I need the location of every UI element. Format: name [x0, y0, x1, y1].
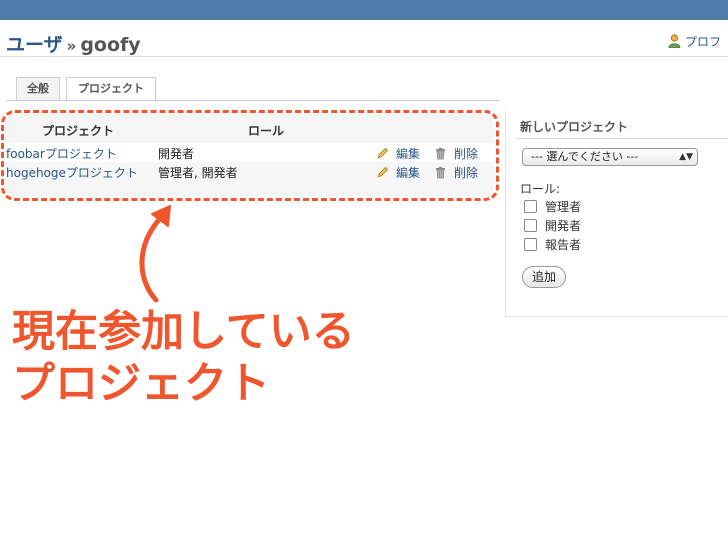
annotation-caption: 現在参加している プロジェクト — [12, 306, 355, 410]
role-option-reporter[interactable]: 報告者 — [524, 236, 581, 253]
top-bar — [0, 0, 728, 20]
role-checkbox[interactable] — [524, 219, 537, 232]
annotation-arrow-icon — [139, 205, 171, 303]
profile-link-label: プロフ — [685, 35, 722, 49]
tab-projects[interactable]: プロジェクト — [66, 77, 156, 101]
profile-link[interactable]: プロフ — [668, 33, 721, 50]
project-select[interactable]: --- 選んでください --- ▲▼ — [522, 148, 698, 166]
select-stepper-icon: ▲▼ — [679, 152, 693, 162]
annotation-line-1: 現在参加している — [12, 307, 355, 357]
new-project-title: 新しいプロジェクト — [520, 120, 629, 134]
tab-general[interactable]: 全般 — [16, 77, 60, 100]
role-checkbox[interactable] — [524, 238, 537, 251]
breadcrumb-current: goofy — [80, 34, 141, 56]
role-checkbox[interactable] — [524, 200, 537, 213]
tab-divider — [6, 100, 500, 101]
breadcrumb-separator: » — [66, 37, 77, 55]
title-divider — [0, 56, 728, 57]
user-icon — [668, 34, 681, 48]
annotation-line-2: プロジェクト — [12, 359, 270, 409]
add-button[interactable]: 追加 — [522, 266, 566, 288]
project-select-value: --- 選んでください --- — [531, 150, 639, 163]
role-label: 開発者 — [545, 219, 582, 233]
page-title: ユーザ» goofy — [6, 30, 141, 57]
role-option-manager[interactable]: 管理者 — [524, 198, 581, 215]
role-label: 管理者 — [545, 200, 582, 214]
role-option-developer[interactable]: 開発者 — [524, 217, 581, 234]
new-project-panel: 新しいプロジェクト --- 選んでください --- ▲▼ ロール: 管理者 開発… — [505, 110, 728, 317]
role-label: 報告者 — [545, 238, 582, 252]
annotation-highlight-frame — [1, 110, 499, 201]
side-divider — [516, 138, 728, 139]
roles-label: ロール: — [520, 182, 561, 196]
breadcrumb-users-link[interactable]: ユーザ — [6, 34, 63, 56]
